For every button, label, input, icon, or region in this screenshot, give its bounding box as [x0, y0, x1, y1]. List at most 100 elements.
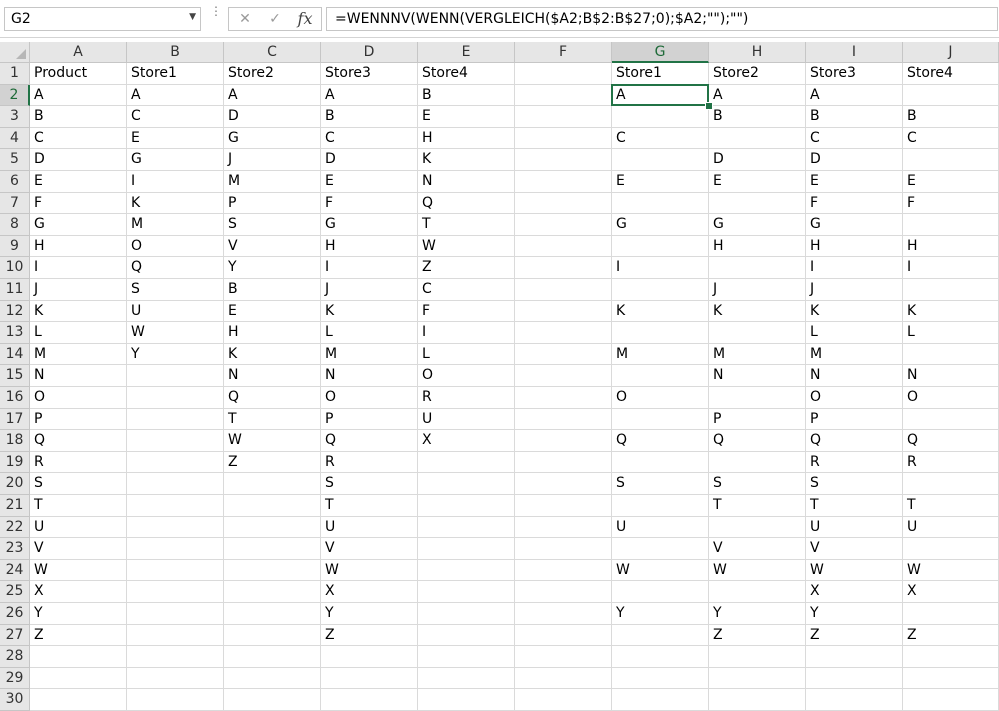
cell-c26[interactable]	[224, 603, 321, 625]
cell-j7[interactable]: F	[903, 192, 999, 215]
cell-d6[interactable]: E	[321, 171, 418, 193]
cell-i7[interactable]: F	[806, 192, 903, 215]
cell-a8[interactable]: G	[30, 214, 127, 236]
cell-f29[interactable]	[515, 667, 612, 690]
row-header-18[interactable]: 18	[0, 430, 30, 452]
row-header-30[interactable]: 30	[0, 689, 30, 711]
cell-h27[interactable]: Z	[709, 624, 806, 647]
cell-b5[interactable]: G	[127, 149, 224, 171]
row-header-3[interactable]: 3	[0, 106, 30, 128]
cell-g21[interactable]	[612, 495, 709, 517]
cell-a20[interactable]: S	[30, 473, 127, 495]
row-header-9[interactable]: 9	[0, 235, 30, 258]
formula-input[interactable]: =WENNNV(WENN(VERGLEICH($A2;B$2:B$27;0);$…	[326, 7, 998, 31]
cell-i20[interactable]: S	[806, 473, 903, 495]
cell-c16[interactable]: Q	[224, 387, 321, 409]
cell-f15[interactable]	[515, 365, 612, 387]
row-header-24[interactable]: 24	[0, 559, 30, 582]
row-header-25[interactable]: 25	[0, 581, 30, 603]
cell-a24[interactable]: W	[30, 559, 127, 582]
cell-f21[interactable]	[515, 495, 612, 517]
cell-j19[interactable]: R	[903, 451, 999, 474]
cell-c2[interactable]: A	[224, 84, 321, 107]
cell-b26[interactable]	[127, 603, 224, 625]
row-header-1[interactable]: 1	[0, 63, 30, 85]
cell-i26[interactable]: Y	[806, 603, 903, 625]
cell-c15[interactable]: N	[224, 365, 321, 387]
cell-e10[interactable]: Z	[418, 257, 515, 279]
cell-h28[interactable]	[709, 646, 806, 668]
cell-d29[interactable]	[321, 667, 418, 690]
row-header-7[interactable]: 7	[0, 192, 30, 215]
cell-j5[interactable]	[903, 149, 999, 171]
cell-j24[interactable]: W	[903, 559, 999, 582]
cell-a30[interactable]	[30, 689, 127, 711]
cell-b23[interactable]	[127, 538, 224, 560]
cell-i28[interactable]	[806, 646, 903, 668]
cell-i14[interactable]: M	[806, 343, 903, 366]
cell-j3[interactable]: B	[903, 106, 999, 128]
cell-d24[interactable]: W	[321, 559, 418, 582]
cell-j8[interactable]	[903, 214, 999, 236]
cell-i1[interactable]: Store3	[806, 63, 903, 85]
cell-c23[interactable]	[224, 538, 321, 560]
cell-c29[interactable]	[224, 667, 321, 690]
cell-g26[interactable]: Y	[612, 603, 709, 625]
cell-b10[interactable]: Q	[127, 257, 224, 279]
cell-b1[interactable]: Store1	[127, 63, 224, 85]
cell-f25[interactable]	[515, 581, 612, 603]
row-header-29[interactable]: 29	[0, 667, 30, 690]
cell-d23[interactable]: V	[321, 538, 418, 560]
fill-handle[interactable]	[705, 102, 713, 111]
cell-d14[interactable]: M	[321, 343, 418, 366]
chevron-down-icon[interactable]: ▼	[189, 12, 196, 22]
cell-h21[interactable]: T	[709, 495, 806, 517]
cell-a13[interactable]: L	[30, 322, 127, 344]
cell-c19[interactable]: Z	[224, 451, 321, 474]
cell-e11[interactable]: C	[418, 279, 515, 301]
cell-c4[interactable]: G	[224, 127, 321, 150]
cell-b20[interactable]	[127, 473, 224, 495]
cell-j26[interactable]	[903, 603, 999, 625]
cell-h3[interactable]: B	[709, 106, 806, 128]
cell-j30[interactable]	[903, 689, 999, 711]
cell-c6[interactable]: M	[224, 171, 321, 193]
cell-i4[interactable]: C	[806, 127, 903, 150]
cell-f5[interactable]	[515, 149, 612, 171]
cell-h16[interactable]	[709, 387, 806, 409]
cell-f10[interactable]	[515, 257, 612, 279]
row-header-28[interactable]: 28	[0, 646, 30, 668]
cell-b14[interactable]: Y	[127, 343, 224, 366]
cell-i9[interactable]: H	[806, 235, 903, 258]
cell-c28[interactable]	[224, 646, 321, 668]
cell-d8[interactable]: G	[321, 214, 418, 236]
column-header-j[interactable]: J	[903, 42, 999, 63]
cell-f17[interactable]	[515, 408, 612, 431]
cell-h15[interactable]: N	[709, 365, 806, 387]
cell-d17[interactable]: P	[321, 408, 418, 431]
cell-h2[interactable]: A	[709, 84, 806, 107]
cell-j17[interactable]	[903, 408, 999, 431]
column-header-d[interactable]: D	[321, 42, 418, 63]
cell-b11[interactable]: S	[127, 279, 224, 301]
cell-e14[interactable]: L	[418, 343, 515, 366]
cell-h19[interactable]	[709, 451, 806, 474]
cell-c13[interactable]: H	[224, 322, 321, 344]
cell-b21[interactable]	[127, 495, 224, 517]
cell-e17[interactable]: U	[418, 408, 515, 431]
cell-e2[interactable]: B	[418, 84, 515, 107]
cell-c20[interactable]	[224, 473, 321, 495]
cell-a29[interactable]	[30, 667, 127, 690]
cell-j29[interactable]	[903, 667, 999, 690]
column-header-g[interactable]: G	[612, 42, 709, 63]
cell-e19[interactable]	[418, 451, 515, 474]
cell-a2[interactable]: A	[30, 84, 127, 107]
cell-e1[interactable]: Store4	[418, 63, 515, 85]
cell-d27[interactable]: Z	[321, 624, 418, 647]
cell-i19[interactable]: R	[806, 451, 903, 474]
checkmark-icon[interactable]: ✓	[261, 8, 289, 30]
cell-g13[interactable]	[612, 322, 709, 344]
cell-a6[interactable]: E	[30, 171, 127, 193]
cell-e9[interactable]: W	[418, 235, 515, 258]
row-header-27[interactable]: 27	[0, 624, 30, 647]
